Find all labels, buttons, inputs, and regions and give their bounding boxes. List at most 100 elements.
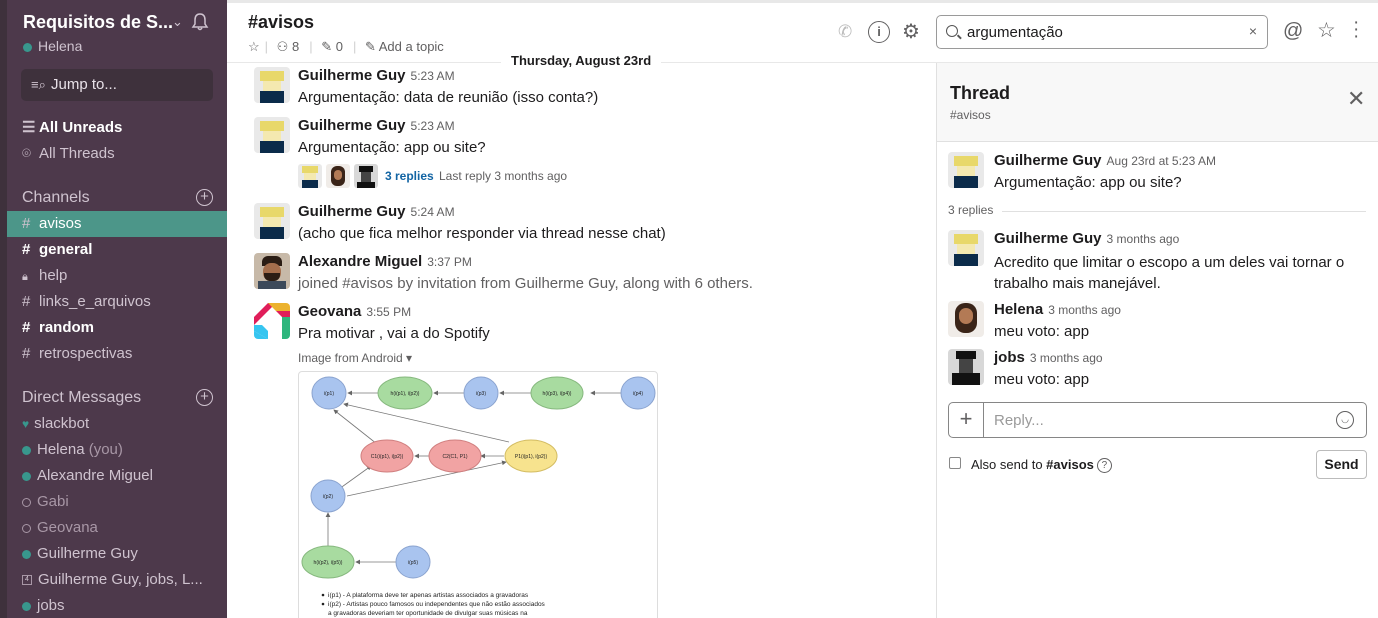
members-icon[interactable]: ⚇ 8	[277, 39, 305, 54]
channels-heading[interactable]: Channels	[22, 189, 90, 207]
reply-author[interactable]: Guilherme Guy 3 months ago	[994, 230, 1179, 247]
avatar[interactable]	[948, 349, 984, 385]
channel-item-links[interactable]: # links_e_arquivos	[0, 289, 227, 315]
channel-label: help	[39, 267, 68, 284]
also-send-checkbox[interactable]	[949, 457, 961, 469]
channel-item-retrospectivas[interactable]: # retrospectivas	[0, 341, 227, 367]
channel-item-random[interactable]: # random	[0, 315, 227, 341]
gear-icon[interactable]: ⚙	[902, 19, 920, 44]
reply-text: Acredito que limitar o escopo a um deles…	[994, 254, 1345, 292]
dm-heading[interactable]: Direct Messages	[22, 389, 141, 407]
message-time[interactable]: 5:23 AM	[411, 119, 455, 133]
date-divider: Thursday, August 23rd	[501, 53, 662, 68]
message-time[interactable]: 3 months ago	[1048, 303, 1121, 317]
message-author[interactable]: Guilherme Guy 5:24 AM	[298, 203, 455, 220]
dm-item-group[interactable]: 4 Guilherme Guy, jobs, L...	[0, 567, 227, 593]
all-threads-item[interactable]: ⌾ All Threads	[0, 141, 227, 167]
message-time[interactable]: 5:24 AM	[411, 205, 455, 219]
message-author[interactable]: Geovana 3:55 PM	[298, 303, 411, 320]
more-icon[interactable]: · · ·	[1353, 13, 1359, 46]
hash-icon: #	[22, 345, 31, 362]
image-attachment[interactable]: i(p1) h(i(p1), i(p2)) i(p3) h(i(p3), i(p…	[298, 371, 658, 618]
bell-icon[interactable]	[190, 12, 210, 32]
message-time[interactable]: 3 months ago	[1030, 351, 1103, 365]
avatar[interactable]	[948, 230, 984, 266]
star-icon[interactable]: ☆	[248, 39, 260, 54]
channel-item-general[interactable]: # general	[0, 237, 227, 263]
info-icon[interactable]: i	[868, 21, 890, 43]
thread-parent-text: Argumentação: app ou site?	[994, 174, 1182, 191]
dm-label: Alexandre Miguel	[37, 467, 153, 484]
dm-item-jobs[interactable]: jobs	[0, 593, 227, 618]
add-channel-icon[interactable]: +	[196, 189, 213, 206]
channel-item-help[interactable]: 🔒︎ help	[0, 263, 227, 289]
channel-title[interactable]: #avisos	[248, 12, 314, 33]
dm-item-geovana[interactable]: Geovana	[0, 515, 227, 541]
also-send-channel: #avisos	[1046, 457, 1094, 472]
message-time[interactable]: Aug 23rd at 5:23 AM	[1107, 154, 1216, 168]
message-time[interactable]: 3:37 PM	[427, 255, 472, 269]
channel-header: #avisos ☆ | ⚇ 8 | ✎ 0 | ✎ Add a topic ✆ i ⚙…	[227, 0, 1378, 63]
current-user[interactable]: Helena	[23, 38, 82, 54]
help-icon[interactable]: ?	[1096, 458, 1112, 474]
avatar[interactable]	[254, 203, 290, 239]
dm-label: jobs	[37, 597, 65, 614]
reply-input[interactable]: + Reply... ◡	[948, 402, 1367, 438]
message-time[interactable]: 5:23 AM	[411, 69, 455, 83]
thread-channel[interactable]: #avisos	[950, 108, 991, 122]
dm-item-alexandre[interactable]: Alexandre Miguel	[0, 463, 227, 489]
dm-item-helena[interactable]: Helena (you)	[0, 437, 227, 463]
close-icon[interactable]: ✕	[1347, 88, 1365, 110]
add-attachment-icon[interactable]: +	[949, 403, 984, 437]
last-reply: Last reply 3 months ago	[439, 169, 568, 183]
dm-item-slackbot[interactable]: ♥ slackbot	[0, 411, 227, 437]
chevron-down-icon[interactable]: ⌄	[172, 14, 183, 30]
dm-item-guilherme[interactable]: Guilherme Guy	[0, 541, 227, 567]
presence-dot	[22, 471, 31, 481]
list-icon: ☰	[22, 119, 36, 136]
emoji-icon[interactable]: ◡	[1336, 411, 1354, 429]
message-author[interactable]: Guilherme Guy 5:23 AM	[298, 67, 455, 84]
message-time[interactable]: 3:55 PM	[366, 305, 411, 319]
jump-to-button[interactable]: ≡⌕ Jump to...	[21, 69, 213, 101]
channel-item-avisos[interactable]: # avisos	[7, 211, 227, 237]
mentions-icon[interactable]: @	[1283, 20, 1303, 43]
replies-link[interactable]: 3 replies	[385, 169, 434, 183]
reply-author[interactable]: jobs 3 months ago	[994, 349, 1103, 366]
heart-icon: ♥	[22, 417, 30, 431]
message-author[interactable]: Guilherme Guy 5:23 AM	[298, 117, 455, 134]
add-dm-icon[interactable]: +	[196, 389, 213, 406]
phone-icon[interactable]: ✆	[838, 22, 852, 42]
avatar[interactable]	[948, 152, 984, 188]
thread-title: Thread	[950, 83, 1011, 103]
reply-placeholder: Reply...	[994, 412, 1044, 429]
message-author[interactable]: Alexandre Miguel 3:37 PM	[298, 253, 472, 270]
diagram-note: a gravadoras deveriam ter oportunidade d…	[328, 610, 528, 617]
reply-author[interactable]: Helena 3 months ago	[994, 301, 1121, 318]
lock-icon: 🔒︎	[22, 271, 28, 283]
starred-icon[interactable]: ☆	[1317, 18, 1336, 43]
avatar[interactable]	[254, 253, 290, 289]
you-suffix: (you)	[88, 441, 123, 458]
all-unreads-item[interactable]: ☰ All Unreads	[0, 115, 227, 141]
node-label: h(i(p1), i(p2))	[391, 391, 420, 397]
pin-icon[interactable]: ✎ 0	[321, 39, 348, 54]
node-label: C2(C1, P1)	[442, 454, 467, 460]
clear-search-icon[interactable]: ×	[1249, 23, 1257, 39]
dm-item-gabi[interactable]: Gabi	[0, 489, 227, 515]
members-count: 8	[291, 39, 300, 54]
avatar[interactable]	[948, 301, 984, 337]
send-button[interactable]: Send	[1316, 450, 1367, 479]
avatar[interactable]	[254, 117, 290, 153]
also-send-label: Also send to #avisos?	[971, 457, 1112, 474]
attachment-label[interactable]: Image from Android ▾	[298, 351, 412, 365]
avatar[interactable]	[254, 303, 290, 339]
thread-parent-author[interactable]: Guilherme Guy Aug 23rd at 5:23 AM	[994, 152, 1216, 169]
add-topic-link[interactable]: ✎ Add a topic	[365, 39, 449, 54]
message-text: Argumentação: app ou site?	[298, 139, 486, 156]
search-input[interactable]: argumentação ×	[936, 15, 1268, 49]
workspace-name[interactable]: Requisitos de S...	[23, 12, 173, 33]
avatar[interactable]	[254, 67, 290, 103]
message-time[interactable]: 3 months ago	[1107, 232, 1180, 246]
message-text: (acho que fica melhor responder via thre…	[298, 225, 666, 242]
